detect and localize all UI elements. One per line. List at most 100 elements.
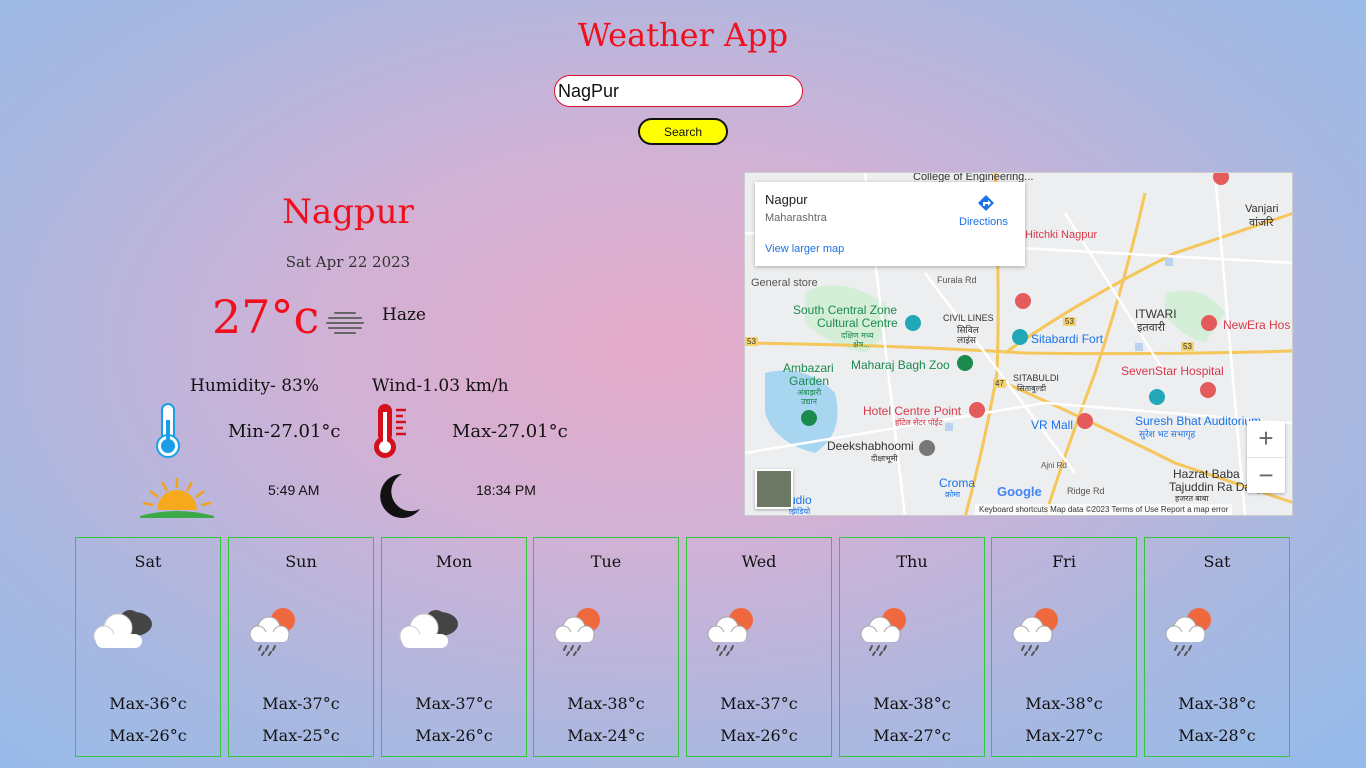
- map-satellite-toggle[interactable]: [755, 469, 793, 509]
- map-label-suresh-hi: सुरेश भट सभागृह: [1139, 429, 1196, 439]
- forecast-card: Sat Max-38°c Max-28°c: [1144, 537, 1290, 757]
- map-label-deeksha: Deekshabhoomi: [827, 439, 914, 453]
- map-road-53b: 53: [1063, 317, 1076, 326]
- map-label-garden-hi2: उद्यान: [801, 397, 817, 406]
- search-input[interactable]: [554, 75, 803, 107]
- map-footer[interactable]: Keyboard shortcuts Map data ©2023 Terms …: [975, 504, 1233, 515]
- map-label-vr-mall: VR Mall: [1031, 418, 1074, 432]
- rain-sun-icon: [552, 604, 604, 660]
- map-label-cultural: Cultural Centre: [817, 316, 898, 330]
- map-label-ridge: Ridge Rd: [1067, 486, 1105, 496]
- humidity: Humidity- 83%: [190, 376, 320, 396]
- sunset-time: 18:34 PM: [476, 482, 536, 498]
- forecast-max: Max-38°c: [567, 694, 645, 713]
- map-label-garden: Garden: [789, 374, 830, 388]
- forecast-day: Wed: [741, 552, 777, 571]
- zoom-out-button[interactable]: −: [1247, 457, 1285, 494]
- forecast-max: Max-37°c: [415, 694, 493, 713]
- map-label-hitchki: Hitchki Nagpur: [1025, 229, 1098, 241]
- rain-sun-icon: [247, 604, 299, 660]
- map-label-ajni: Ajni Rd: [1041, 461, 1067, 470]
- forecast-min: Max-24°c: [567, 726, 645, 745]
- map-label-itwari-hi: इतवारी: [1137, 322, 1165, 334]
- min-temperature: Min-27.01°c: [228, 421, 341, 442]
- rain-sun-icon: [705, 604, 757, 660]
- forecast-card: Mon Max-37°c Max-26°c: [381, 537, 527, 757]
- rain-sun-icon: [1163, 604, 1215, 660]
- haze-icon: [326, 312, 364, 334]
- zoom-in-button[interactable]: +: [1247, 421, 1285, 457]
- map-label-vanjari: Vanjari: [1245, 203, 1279, 215]
- map-road-47: 47: [993, 379, 1006, 388]
- search-button[interactable]: Search: [638, 118, 728, 145]
- map-label-croma-hi: क्रोमा: [945, 490, 961, 499]
- moon-icon: [380, 474, 420, 518]
- map-label-south-central: South Central Zone: [793, 303, 898, 317]
- map-label-vanjari-hi: वांजरि: [1249, 217, 1274, 229]
- forecast-day: Sun: [285, 552, 317, 571]
- map-label-newera: NewEra Hos: [1223, 318, 1291, 332]
- forecast-max: Max-36°c: [109, 694, 187, 713]
- map-label-sevenstar: SevenStar Hospital: [1121, 364, 1224, 378]
- forecast-min: Max-26°c: [720, 726, 798, 745]
- forecast-day: Mon: [435, 552, 473, 571]
- map-road-53c: 53: [1181, 342, 1194, 351]
- forecast-max: Max-38°c: [1025, 694, 1103, 713]
- map-place-card: Nagpur Maharashtra View larger map Direc…: [755, 182, 1025, 266]
- map-place-subtitle: Maharashtra: [765, 212, 827, 224]
- forecast-day: Sat: [134, 552, 162, 571]
- map-label-sitabuldi-hi: सिताबुल्डी: [1017, 384, 1047, 393]
- forecast-card: Sat Max-36°c Max-26°c: [75, 537, 221, 757]
- forecast-day: Thu: [896, 552, 928, 571]
- map-road-53a: 53: [745, 337, 758, 346]
- forecast-day: Tue: [590, 552, 622, 571]
- forecast-min: Max-25°c: [262, 726, 340, 745]
- forecast-card: Tue Max-38°c Max-24°c: [533, 537, 679, 757]
- forecast-max: Max-38°c: [1178, 694, 1256, 713]
- forecast-max: Max-37°c: [262, 694, 340, 713]
- wind: Wind-1.03 km/h: [372, 376, 509, 396]
- view-larger-map-link[interactable]: View larger map: [765, 243, 844, 255]
- map-label-hotel: Hotel Centre Point: [863, 404, 962, 418]
- rain-sun-icon: [858, 604, 910, 660]
- max-temperature: Max-27.01°c: [452, 421, 568, 442]
- map-label-hotel-hi: हॉटेल सेंटर पॉईंट: [895, 418, 943, 427]
- forecast-card: Fri Max-38°c Max-27°c: [991, 537, 1137, 757]
- sunrise-icon: [140, 478, 214, 518]
- hot-thermometer-icon: [374, 404, 406, 458]
- map-label-itwari: ITWARI: [1135, 307, 1177, 321]
- forecast-min: Max-26°c: [415, 726, 493, 745]
- map-label-hazrat-hi: हजरत बाबा: [1175, 494, 1209, 503]
- map-label-croma: Croma: [939, 476, 976, 490]
- forecast-card: Wed Max-37°c Max-26°c: [686, 537, 832, 757]
- forecast-max: Max-38°c: [873, 694, 951, 713]
- forecast-min: Max-28°c: [1178, 726, 1256, 745]
- map-label-sc-hi2: क्षेत्र...: [853, 340, 870, 349]
- map-label-general-store: General store: [751, 277, 818, 289]
- map-label-deeksha-hi: दीक्षाभूमी: [871, 454, 898, 463]
- current-date: Sat Apr 22 2023: [285, 253, 411, 271]
- forecast-card: Sun Max-37°c Max-25°c: [228, 537, 374, 757]
- cold-thermometer-icon: [156, 403, 180, 458]
- forecast-day: Fri: [1052, 552, 1076, 571]
- forecast-min: Max-27°c: [873, 726, 951, 745]
- forecast-day: Sat: [1203, 552, 1231, 571]
- map-label-maharaj: Maharaj Bagh Zoo: [851, 358, 950, 372]
- map-label-civil-hi2: लाइंस: [957, 335, 976, 345]
- weather-condition: Haze: [382, 305, 426, 325]
- map-label-sitabuldi: SITABULDI: [1013, 373, 1059, 383]
- forecast-min: Max-27°c: [1025, 726, 1103, 745]
- map-label-sitabardi-fort: Sitabardi Fort: [1031, 332, 1104, 346]
- directions-icon[interactable]: [977, 194, 995, 212]
- map-embed[interactable]: College of Engineering... Vanjari वांजरि…: [744, 172, 1293, 516]
- map-zoom-controls: + −: [1247, 421, 1285, 493]
- map-place-title: Nagpur: [765, 192, 808, 207]
- cloudy-icon: [90, 606, 156, 654]
- forecast-max: Max-37°c: [720, 694, 798, 713]
- forecast-min: Max-26°c: [109, 726, 187, 745]
- directions-link[interactable]: Directions: [959, 216, 1008, 228]
- current-temperature: 27°c: [212, 290, 320, 344]
- map-label-furala: Furala Rd: [937, 275, 977, 285]
- map-label-hazrat1: Hazrat Baba: [1173, 467, 1240, 481]
- app-title: Weather App: [577, 16, 789, 54]
